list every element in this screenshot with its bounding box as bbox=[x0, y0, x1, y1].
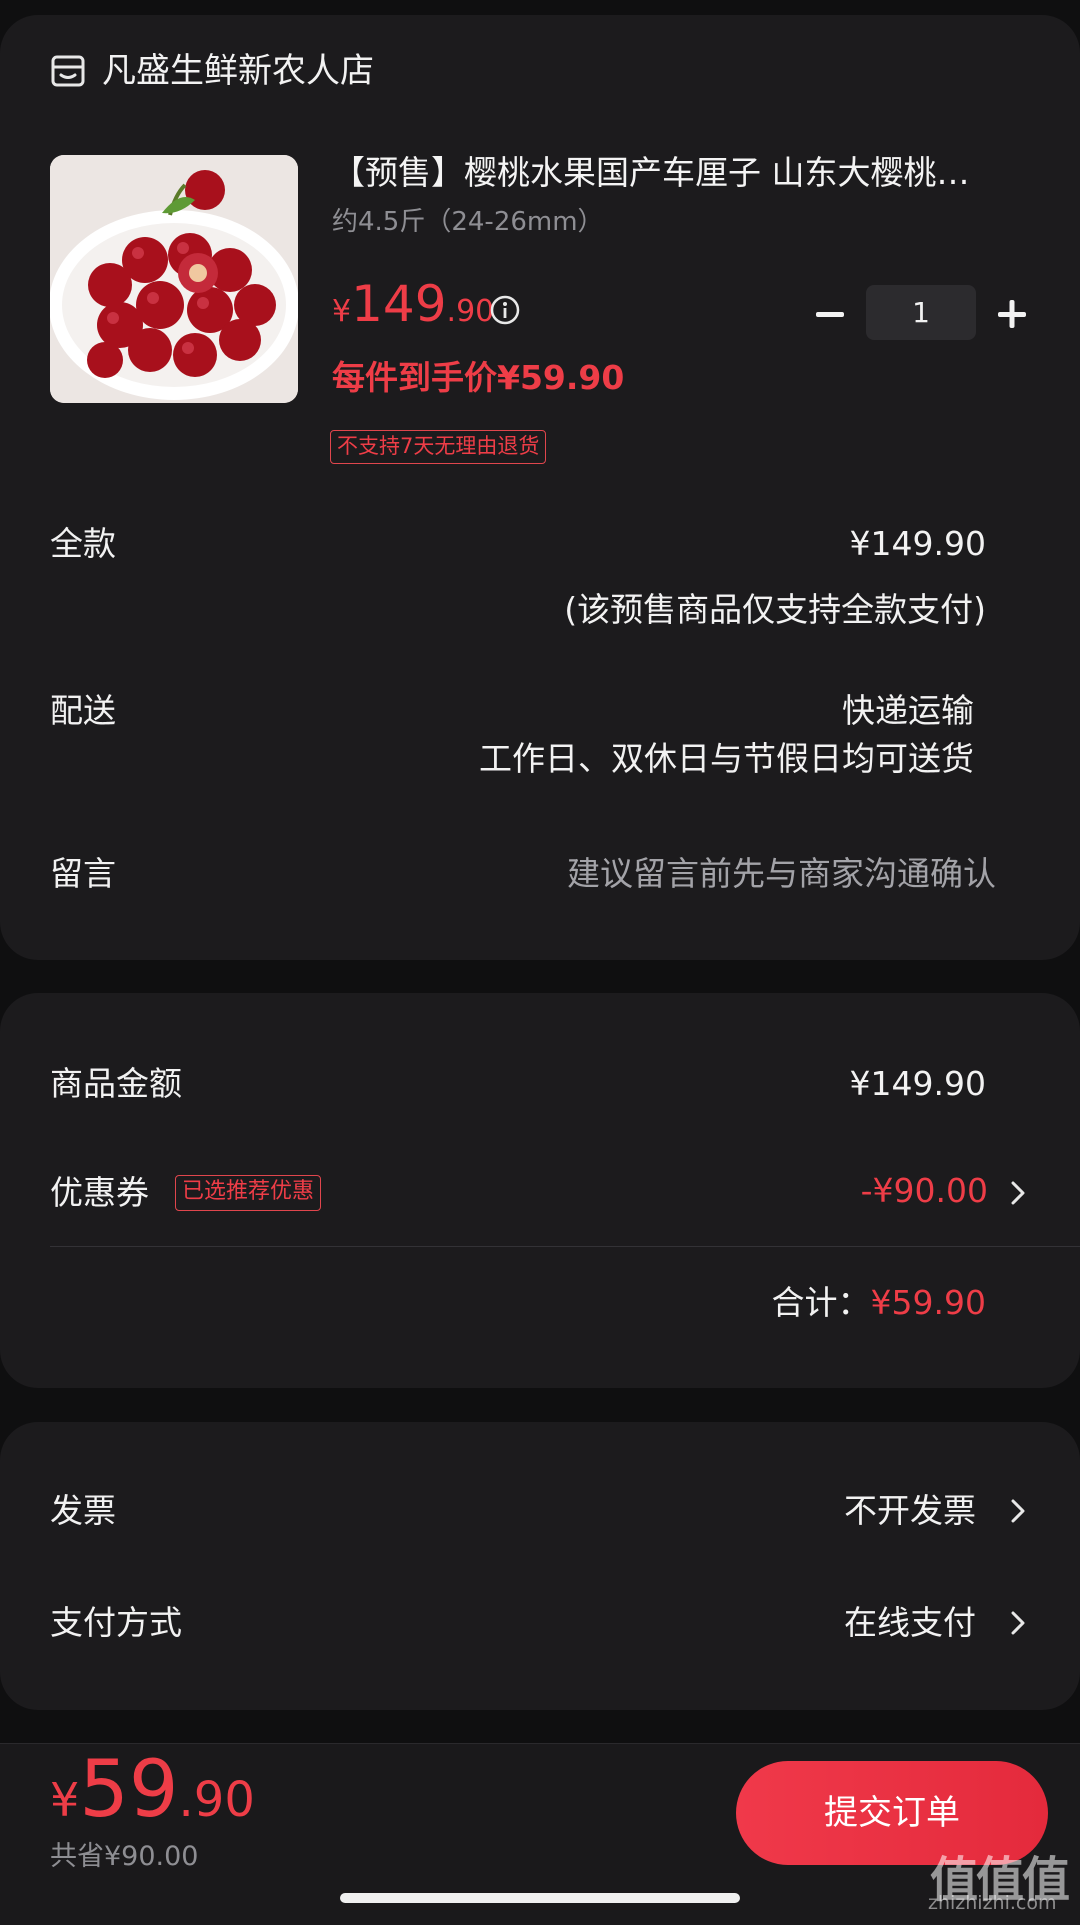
price-decimal: .90 bbox=[446, 294, 495, 329]
divider bbox=[50, 1246, 1080, 1247]
goods-amount-label: 商品金额 bbox=[50, 1064, 182, 1103]
delivery-label: 配送 bbox=[50, 691, 116, 730]
quantity-input[interactable]: 1 bbox=[866, 285, 976, 340]
store-icon bbox=[51, 55, 85, 87]
payment-method-value[interactable]: 在线支付 bbox=[844, 1600, 976, 1646]
subtotal-value: ¥59.90 bbox=[870, 1283, 986, 1322]
message-input[interactable]: 建议留言前先与商家沟通确认 bbox=[567, 851, 996, 897]
full-payment-label: 全款 bbox=[50, 524, 116, 563]
payment-card bbox=[0, 1422, 1080, 1710]
subtotal: 合计：¥59.90 bbox=[772, 1280, 986, 1326]
chevron-right-icon[interactable] bbox=[1005, 1606, 1031, 1640]
coupon-value[interactable]: -¥90.00 bbox=[861, 1168, 988, 1214]
price-currency: ¥ bbox=[332, 294, 352, 329]
goods-amount-value: ¥149.90 bbox=[849, 1064, 986, 1103]
full-payment-note: (该预售商品仅支持全款支付) bbox=[564, 590, 986, 629]
store-name[interactable]: 凡盛生鲜新农人店 bbox=[102, 48, 374, 94]
total-price: ¥59.90 bbox=[50, 1745, 255, 1835]
home-indicator[interactable] bbox=[340, 1893, 740, 1903]
delivery-value: 快递运输 bbox=[842, 691, 974, 730]
price-integer: 149 bbox=[351, 275, 447, 333]
per-item-price: 每件到手价¥59.90 bbox=[332, 358, 625, 397]
product-image[interactable] bbox=[50, 155, 298, 403]
product-spec: 约4.5斤（24-26mm） bbox=[332, 207, 604, 237]
message-label: 留言 bbox=[50, 854, 116, 893]
saved-amount: 共省¥90.00 bbox=[50, 1841, 199, 1872]
full-payment-value: ¥149.90 bbox=[849, 524, 986, 563]
coupon-label: 优惠券 bbox=[50, 1173, 149, 1212]
product-price: ¥149.90 bbox=[332, 275, 494, 333]
invoice-label: 发票 bbox=[50, 1491, 116, 1530]
total-decimal: .90 bbox=[178, 1772, 255, 1828]
total-currency: ¥ bbox=[50, 1773, 80, 1827]
subtotal-label: 合计： bbox=[771, 1283, 871, 1322]
payment-method-label: 支付方式 bbox=[50, 1603, 182, 1642]
coupon-recommended-tag: 已选推荐优惠 bbox=[175, 1175, 322, 1211]
no-return-tag: 不支持7天无理由退货 bbox=[330, 430, 547, 464]
delivery-note: 工作日、双休日与节假日均可送货 bbox=[479, 739, 974, 778]
chevron-right-icon[interactable] bbox=[1005, 1176, 1031, 1210]
product-title[interactable]: 【预售】樱桃水果国产车厘子 山东大樱桃… bbox=[332, 150, 1032, 196]
chevron-right-icon[interactable] bbox=[1005, 1494, 1031, 1528]
total-integer: 59 bbox=[79, 1745, 179, 1835]
minus-icon[interactable] bbox=[810, 294, 850, 334]
watermark-url: zhizhizhi.com bbox=[928, 1892, 1057, 1914]
plus-icon[interactable] bbox=[992, 294, 1032, 334]
info-icon[interactable] bbox=[489, 294, 521, 326]
invoice-value[interactable]: 不开发票 bbox=[844, 1488, 976, 1534]
